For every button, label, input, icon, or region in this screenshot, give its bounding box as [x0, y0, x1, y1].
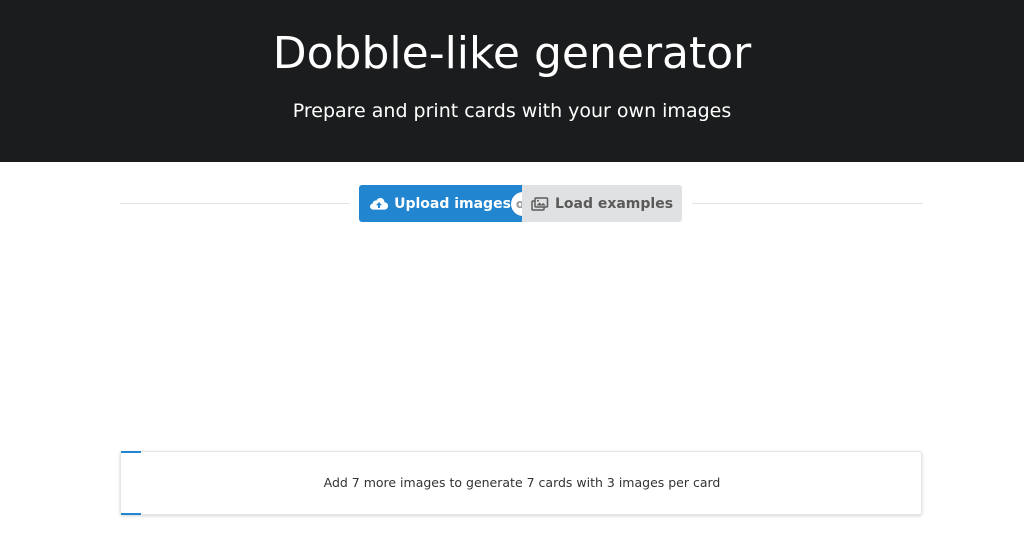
- images-icon: [531, 196, 549, 212]
- upload-images-button[interactable]: Upload images: [359, 185, 522, 222]
- load-examples-button[interactable]: Load examples: [522, 185, 682, 222]
- load-examples-label: Load examples: [554, 195, 674, 212]
- page-header: Dobble-like generator Prepare and print …: [0, 0, 1024, 162]
- divider-right: [692, 203, 923, 204]
- status-message-box: Add 7 more images to generate 7 cards wi…: [120, 451, 922, 515]
- status-accent-bottom: [121, 513, 141, 515]
- cloud-upload-icon: [370, 196, 389, 212]
- divider-left: [120, 203, 350, 204]
- page-subtitle: Prepare and print cards with your own im…: [292, 100, 732, 122]
- status-accent-top: [121, 451, 141, 453]
- upload-images-label: Upload images: [394, 195, 511, 212]
- page-title: Dobble-like generator: [272, 28, 752, 79]
- status-message: Add 7 more images to generate 7 cards wi…: [323, 475, 721, 490]
